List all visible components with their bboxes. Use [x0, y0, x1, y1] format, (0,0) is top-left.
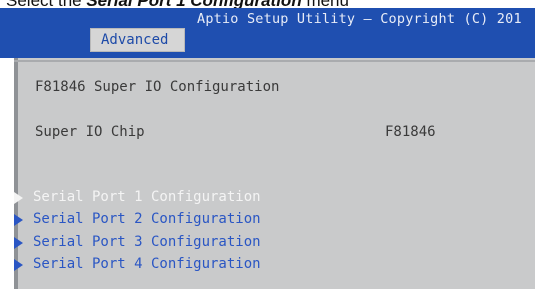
menu-item-label: Serial Port 3 Configuration: [33, 234, 261, 250]
tab-advanced[interactable]: Advanced: [90, 28, 185, 52]
menu-item-label: Serial Port 4 Configuration: [33, 256, 261, 272]
submenu-arrow-icon: [14, 259, 23, 271]
menu-item-serial-port-4[interactable]: Serial Port 4 Configuration: [0, 256, 535, 276]
menu-item-label: Serial Port 2 Configuration: [33, 211, 261, 227]
tab-advanced-label: Advanced: [101, 32, 169, 48]
bios-title: Aptio Setup Utility – Copyright (C) 201: [197, 11, 522, 27]
bios-header: Aptio Setup Utility – Copyright (C) 201 …: [0, 8, 535, 58]
submenu-arrow-icon: [14, 237, 23, 249]
submenu-arrow-icon: [14, 214, 23, 226]
submenu-arrow-icon: [14, 192, 23, 204]
menu-item-label: Serial Port 1 Configuration: [33, 189, 261, 205]
panel-left-edge: [14, 58, 18, 289]
menu-item-serial-port-3[interactable]: Serial Port 3 Configuration: [0, 234, 535, 254]
panel-divider: [14, 60, 535, 62]
page-heading: F81846 Super IO Configuration: [35, 79, 280, 95]
menu-item-serial-port-1[interactable]: Serial Port 1 Configuration: [0, 189, 535, 209]
super-io-chip-label: Super IO Chip: [35, 124, 145, 140]
menu-item-serial-port-2[interactable]: Serial Port 2 Configuration: [0, 211, 535, 231]
super-io-chip-value: F81846: [385, 124, 436, 140]
